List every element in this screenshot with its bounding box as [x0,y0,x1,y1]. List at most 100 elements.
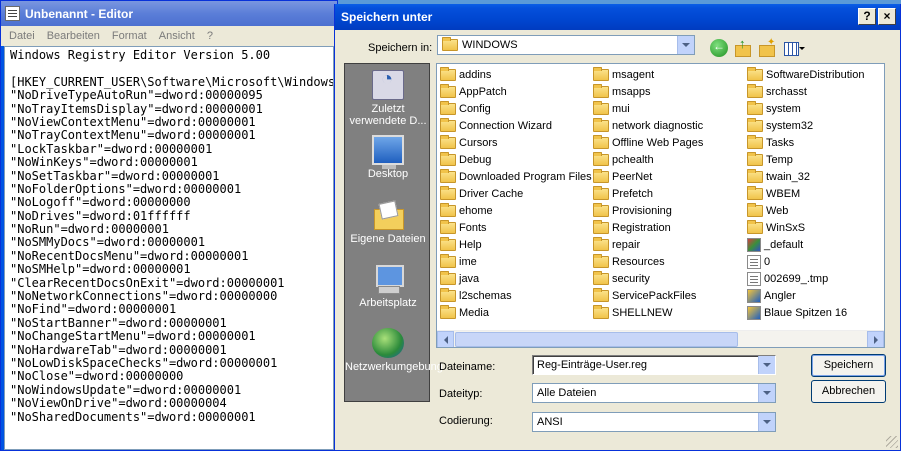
folder-item[interactable]: java [437,270,592,287]
folder-item[interactable]: system [744,100,864,117]
folder-item[interactable]: repair [590,236,703,253]
place-network-places[interactable]: Netzwerkumgebung [345,328,443,373]
close-button[interactable]: × [878,8,896,25]
folder-item[interactable]: mui [590,100,703,117]
up-folder-icon[interactable] [734,36,752,57]
help-button[interactable]: ? [858,8,876,25]
folder-item[interactable]: Driver Cache [437,185,592,202]
lookin-combobox[interactable]: WINDOWS [437,35,695,55]
menu-item[interactable]: Datei [3,30,41,42]
menu-item[interactable]: Ansicht [153,30,201,42]
notepad-icon [5,6,20,21]
item-name: Driver Cache [459,187,524,200]
dropdown-arrow-icon[interactable] [677,36,694,54]
scroll-left-icon[interactable] [437,331,454,347]
folder-item[interactable]: twain_32 [744,168,864,185]
horizontal-scrollbar[interactable] [437,330,884,347]
folder-item[interactable]: ServicePackFiles [590,287,703,304]
text-line [10,62,328,75]
notepad-titlebar[interactable]: Unbenannt - Editor [1,1,337,26]
folder-item[interactable]: SoftwareDistribution [744,66,864,83]
folder-icon [747,134,763,149]
folder-item[interactable]: Connection Wizard [437,117,592,134]
new-folder-icon[interactable] [758,37,776,57]
dropdown-arrow-icon[interactable] [758,413,775,431]
folder-item[interactable]: ime [437,253,592,270]
place-recent-documents[interactable]: Zuletzt verwendete D... [345,70,431,127]
folder-item[interactable]: l2schemas [437,287,592,304]
item-name: security [612,272,650,285]
file-item[interactable]: 002699_.tmp [744,270,864,287]
folder-item[interactable]: Tasks [744,134,864,151]
views-menu-icon[interactable] [783,39,805,57]
folder-item[interactable]: msagent [590,66,703,83]
scroll-right-icon[interactable] [867,331,884,347]
folder-item[interactable]: Temp [744,151,864,168]
filetype-select[interactable]: Alle Dateien [532,383,776,403]
resize-grip-icon[interactable] [886,436,898,448]
place-desktop[interactable]: Desktop [345,135,431,180]
folder-item[interactable]: Offline Web Pages [590,134,703,151]
folder-item[interactable]: Help [437,236,592,253]
folder-icon [440,66,456,81]
place-label: Desktop [367,168,409,180]
folder-item[interactable]: PeerNet [590,168,703,185]
notepad-text-area[interactable]: Windows Registry Editor Version 5.00 [HKE… [4,46,334,450]
back-icon[interactable] [710,39,728,57]
folder-item[interactable]: Config [437,100,592,117]
folder-item[interactable]: Resources [590,253,703,270]
menu-item[interactable]: Bearbeiten [41,30,106,42]
file-item[interactable]: _default [744,236,864,253]
folder-item[interactable]: Registration [590,219,703,236]
file-icon [747,288,761,303]
item-name: WBEM [766,187,801,200]
folder-item[interactable]: Web [744,202,864,219]
filename-input[interactable]: Reg-Einträge-User.reg [532,355,776,375]
place-label: Netzwerkumgebung [345,361,443,373]
folder-item[interactable]: srchasst [744,83,864,100]
folder-item[interactable]: msapps [590,83,703,100]
folder-item[interactable]: ehome [437,202,592,219]
file-list[interactable]: addins AppPatch Config Connection Wizard Cur… [436,63,885,348]
file-item[interactable]: Blaue Spitzen 16 [744,304,864,321]
encoding-value: ANSI [537,416,563,428]
folder-item[interactable]: system32 [744,117,864,134]
folder-item[interactable]: Prefetch [590,185,703,202]
menu-item[interactable]: Format [106,30,153,42]
filename-label: Dateiname: [439,361,496,373]
item-name: _default [764,238,804,251]
folder-item[interactable]: Provisioning [590,202,703,219]
folder-item[interactable]: AppPatch [437,83,592,100]
encoding-select[interactable]: ANSI [532,412,776,432]
folder-item[interactable]: pchealth [590,151,703,168]
place-my-documents[interactable]: Eigene Dateien [345,200,431,245]
scroll-thumb[interactable] [455,332,738,347]
folder-icon [593,202,609,217]
folder-item[interactable]: WinSxS [744,219,864,236]
item-name: Fonts [459,221,487,234]
file-item[interactable]: Angler [744,287,864,304]
folder-item[interactable]: Media [437,304,592,321]
folder-item[interactable]: security [590,270,703,287]
text-line: "NoWinKeys"=dword:00000001 [10,155,198,170]
notepad-title: Unbenannt - Editor [25,6,133,21]
folder-icon [747,185,763,200]
dialog-titlebar[interactable]: Speichern unter ? × [335,4,900,30]
folder-item[interactable]: addins [437,66,592,83]
folder-item[interactable]: Downloaded Program Files [437,168,592,185]
folder-item[interactable]: Cursors [437,134,592,151]
folder-item[interactable]: Debug [437,151,592,168]
dropdown-arrow-icon[interactable] [758,356,775,374]
folder-item[interactable]: Fonts [437,219,592,236]
folder-item[interactable]: network diagnostic [590,117,703,134]
save-button[interactable]: Speichern [811,354,886,377]
folder-item[interactable]: SHELLNEW [590,304,703,321]
place-my-computer[interactable]: Arbeitsplatz [345,264,431,309]
text-line: "NoSMMyDocs"=dword:00000001 [10,235,206,250]
file-item[interactable]: 0 [744,253,864,270]
filetype-label: Dateityp: [439,388,483,400]
cancel-button[interactable]: Abbrechen [811,380,886,403]
folder-item[interactable]: WBEM [744,185,864,202]
dropdown-arrow-icon[interactable] [758,384,775,402]
menu-item[interactable]: ? [201,30,219,42]
